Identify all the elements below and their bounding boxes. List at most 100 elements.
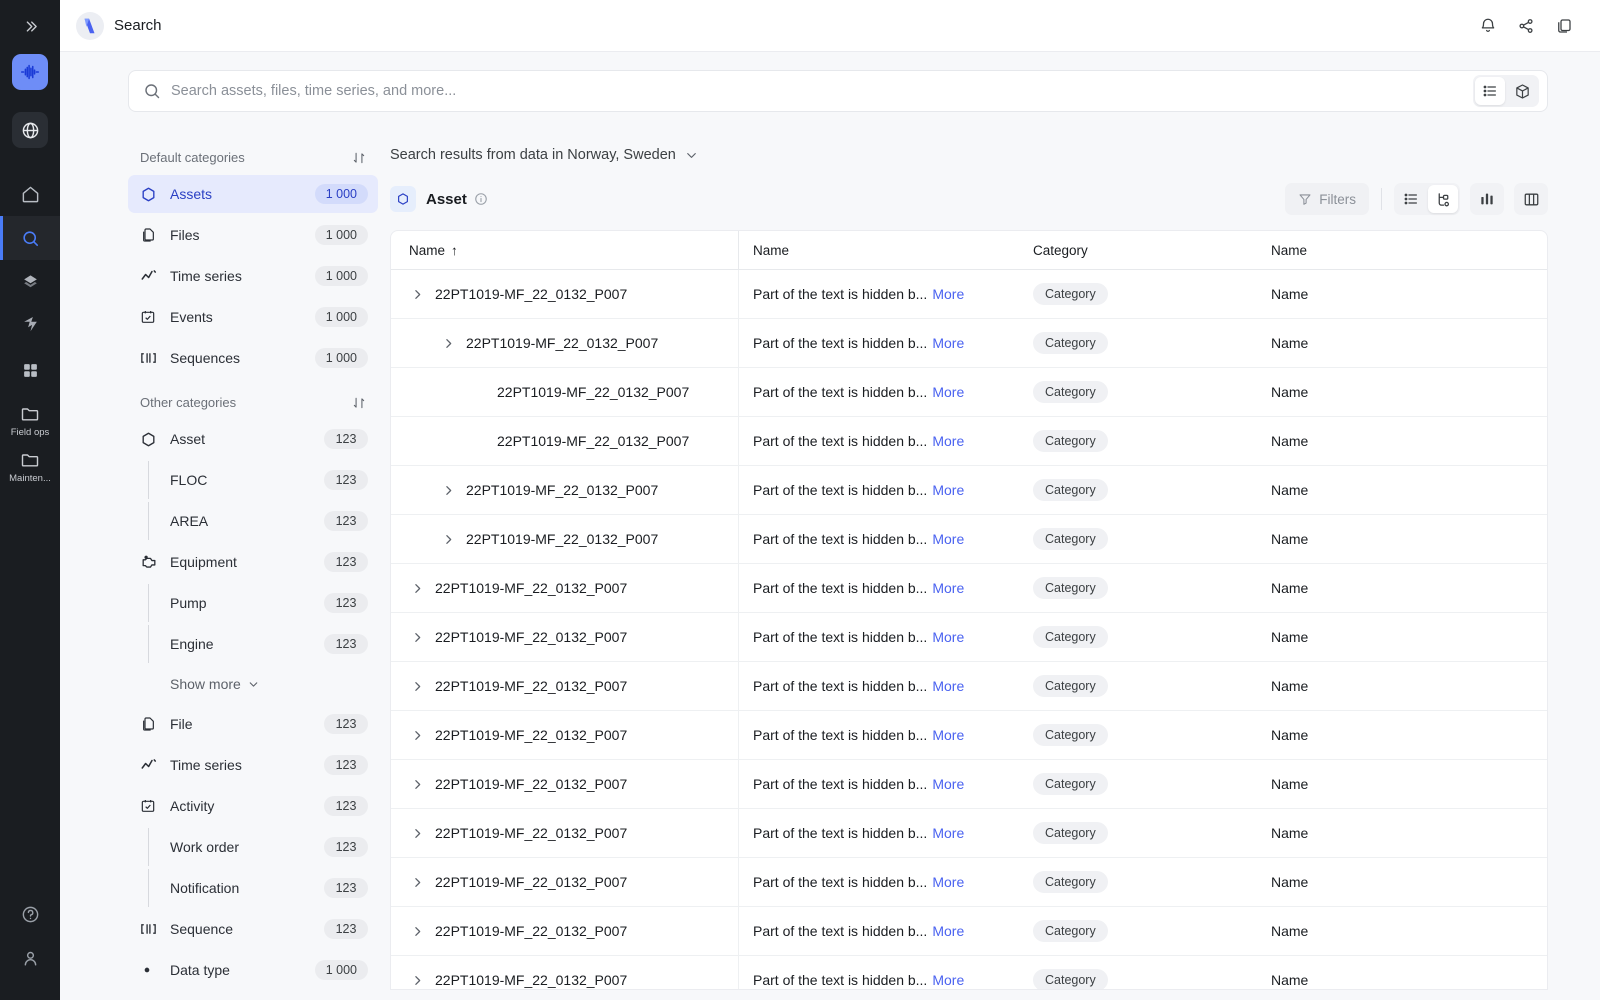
chevrons-right-icon[interactable] [0,4,60,48]
table-row[interactable]: 22PT1019-MF_22_0132_P007 Part of the text… [391,417,1547,466]
category-item-floc[interactable]: FLOC 123 [128,461,378,499]
info-icon[interactable] [474,192,488,206]
sidebar-item-apps[interactable] [0,348,60,392]
table-header-cell-category[interactable]: Category [1029,243,1269,258]
chevron-right-icon[interactable] [409,778,425,791]
results-scope[interactable]: Search results from data in Norway, Swed… [390,140,1548,170]
table-row[interactable]: 22PT1019-MF_22_0132_P007 Part of the text… [391,711,1547,760]
globe-icon[interactable] [12,112,48,148]
chevron-right-icon[interactable] [409,729,425,742]
cube-icon[interactable] [1507,77,1537,105]
category-item-time-series[interactable]: Time series 1 000 [128,257,378,295]
chevron-right-icon[interactable] [440,484,456,497]
chevron-right-icon[interactable] [440,533,456,546]
table-row[interactable]: 22PT1019-MF_22_0132_P007 Part of the text… [391,564,1547,613]
search-bar[interactable] [128,70,1548,112]
category-item-events[interactable]: Events 1 000 [128,298,378,336]
table-row[interactable]: 22PT1019-MF_22_0132_P007 Part of the text… [391,956,1547,989]
sidebar-item-field-ops[interactable]: Field ops [0,404,60,438]
category-item-area[interactable]: AREA 123 [128,502,378,540]
category-item-asset[interactable]: Asset 123 [128,420,378,458]
table-cell-name-last: Name [1269,286,1547,302]
chevron-right-icon[interactable] [409,827,425,840]
table-row[interactable]: 22PT1019-MF_22_0132_P007 Part of the text… [391,319,1547,368]
category-item-files[interactable]: Files 1 000 [128,216,378,254]
more-link[interactable]: More [932,482,964,498]
chevron-right-icon[interactable] [409,876,425,889]
more-link[interactable]: More [932,335,964,351]
table-header-cell-name[interactable]: Name ↑ [391,231,739,269]
table-row[interactable]: 22PT1019-MF_22_0132_P007 Part of the text… [391,613,1547,662]
filters-button[interactable]: Filters [1285,183,1369,215]
sidebar-item-activity[interactable] [0,304,60,348]
chart-icon[interactable] [1472,185,1502,213]
more-link[interactable]: More [932,825,964,841]
tree-icon[interactable] [1428,185,1458,213]
category-item-time-series[interactable]: Time series 123 [128,746,378,784]
chevron-right-icon[interactable] [409,631,425,644]
file-icon [140,716,160,732]
table-row[interactable]: 22PT1019-MF_22_0132_P007 Part of the text… [391,858,1547,907]
table-row[interactable]: 22PT1019-MF_22_0132_P007 Part of the text… [391,466,1547,515]
sort-icon[interactable] [352,396,366,410]
category-badge: Category [1033,822,1108,844]
more-link[interactable]: More [932,972,964,988]
help-icon[interactable] [12,896,48,932]
category-item-file[interactable]: File 123 [128,705,378,743]
chevron-right-icon[interactable] [440,337,456,350]
chevron-right-icon[interactable] [409,925,425,938]
table-row[interactable]: 22PT1019-MF_22_0132_P007 Part of the text… [391,270,1547,319]
category-item-engine[interactable]: Engine 123 [128,625,378,663]
chevron-down-icon[interactable] [684,148,699,163]
more-link[interactable]: More [932,678,964,694]
table-row[interactable]: 22PT1019-MF_22_0132_P007 Part of the text… [391,760,1547,809]
search-input[interactable] [171,83,1473,99]
chevron-right-icon[interactable] [409,974,425,987]
user-icon[interactable] [12,940,48,976]
table-row[interactable]: 22PT1019-MF_22_0132_P007 Part of the text… [391,515,1547,564]
sort-icon[interactable] [352,151,366,165]
category-item-equipment[interactable]: Equipment 123 [128,543,378,581]
category-item-sequences[interactable]: Sequences 1 000 [128,339,378,377]
chevron-right-icon[interactable] [409,680,425,693]
more-link[interactable]: More [932,531,964,547]
more-link[interactable]: More [932,874,964,890]
more-link[interactable]: More [932,433,964,449]
table-header-cell-name-2[interactable]: Name [739,243,1029,258]
more-link[interactable]: More [932,580,964,596]
list-icon[interactable] [1475,77,1505,105]
sidebar-item-home[interactable] [0,172,60,216]
sidebar-item-layers[interactable] [0,260,60,304]
results-toolbar: Asset Filters [390,176,1548,222]
category-item-assets[interactable]: Assets 1 000 [128,175,378,213]
cognite-brand-icon[interactable] [12,54,48,90]
category-item-notification[interactable]: Notification 123 [128,869,378,907]
more-link[interactable]: More [932,923,964,939]
bell-icon[interactable] [1472,10,1504,42]
list-icon[interactable] [1396,185,1426,213]
category-label: File [170,716,193,732]
more-link[interactable]: More [932,776,964,792]
columns-icon[interactable] [1516,185,1546,213]
share-icon[interactable] [1510,10,1542,42]
table-row[interactable]: 22PT1019-MF_22_0132_P007 Part of the text… [391,368,1547,417]
more-link[interactable]: More [932,286,964,302]
more-link[interactable]: More [932,384,964,400]
category-item-pump[interactable]: Pump 123 [128,584,378,622]
copy-icon[interactable] [1548,10,1580,42]
show-more-button[interactable]: Show more [128,666,378,702]
sidebar-item-search[interactable] [0,216,60,260]
category-item-sequence[interactable]: Sequence 123 [128,910,378,948]
table-row[interactable]: 22PT1019-MF_22_0132_P007 Part of the text… [391,809,1547,858]
chevron-right-icon[interactable] [409,582,425,595]
table-row[interactable]: 22PT1019-MF_22_0132_P007 Part of the text… [391,662,1547,711]
category-item-data-type[interactable]: Data type 1 000 [128,951,378,989]
category-item-work-order[interactable]: Work order 123 [128,828,378,866]
category-item-activity[interactable]: Activity 123 [128,787,378,825]
table-row[interactable]: 22PT1019-MF_22_0132_P007 Part of the text… [391,907,1547,956]
sidebar-item-maintenance[interactable]: Mainten... [0,450,60,484]
chevron-right-icon[interactable] [409,288,425,301]
more-link[interactable]: More [932,727,964,743]
table-header-cell-name-3[interactable]: Name [1269,243,1547,258]
more-link[interactable]: More [932,629,964,645]
